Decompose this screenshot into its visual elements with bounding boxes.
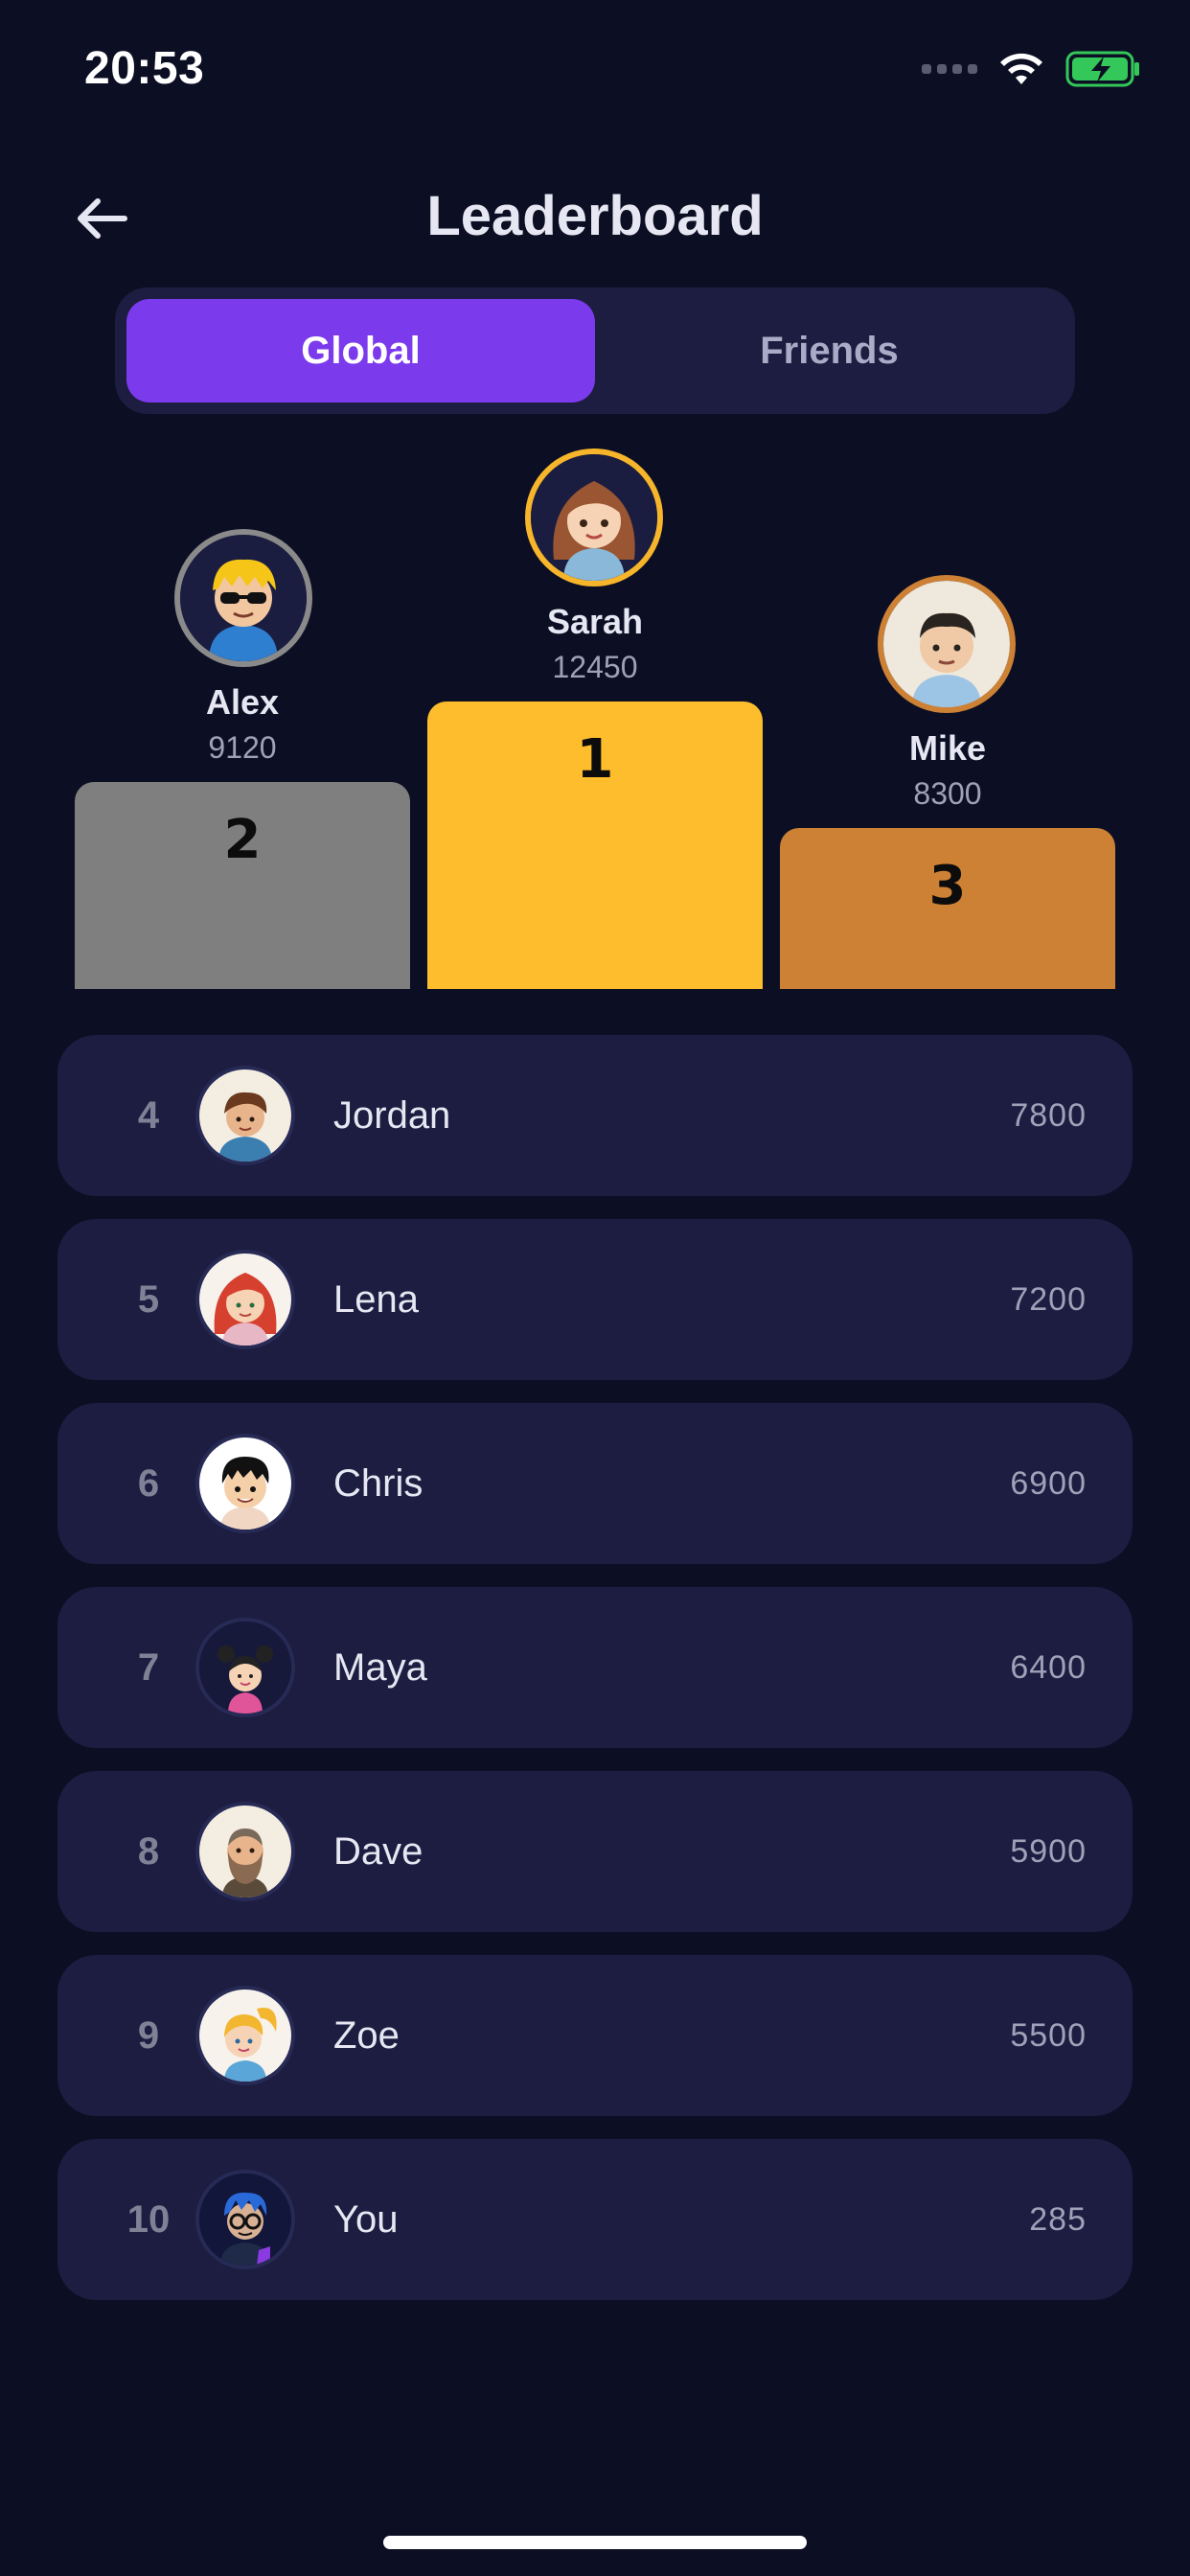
podium-score-second: 9120 [208,730,277,765]
podium-name-first: Sarah [546,602,644,641]
avatar-chris-icon [199,1438,291,1530]
list-item[interactable]: 5 Lena 7200 [57,1219,1133,1380]
podium-rank-third: 3 [928,855,967,917]
avatar-sarah-icon [531,454,657,581]
podium-block-third: 3 [780,828,1115,989]
player-score: 6400 [1010,1648,1087,1686]
list-item[interactable]: 6 Chris 6900 [57,1403,1133,1564]
podium-rank-second: 2 [223,809,262,871]
avatar-dave-icon [199,1806,291,1898]
player-name: Zoe [333,2013,400,2057]
podium-score-first: 12450 [552,650,638,684]
player-name: Dave [333,1829,423,1873]
player-score: 7200 [1010,1280,1087,1318]
podium-rank-first: 1 [576,728,614,791]
podium-avatar-third[interactable] [878,575,1016,713]
avatar [195,1986,295,2085]
avatar-alex-icon [180,535,307,661]
leaderboard-screen: 20:53 Leaderboard Global Friends Alex 91… [0,0,1190,2576]
list-item[interactable]: 8 Dave 5900 [57,1771,1133,1932]
rank-number: 8 [137,1829,160,1873]
podium-name-third: Mike [908,728,987,768]
list-item[interactable]: 7 Maya 6400 [57,1587,1133,1748]
player-name: Maya [333,1645,427,1689]
podium-avatar-second[interactable] [174,529,312,667]
list-item[interactable]: 9 Zoe 5500 [57,1955,1133,2116]
rank-number: 9 [137,2013,160,2057]
avatar-lena-icon [199,1254,291,1346]
player-score: 285 [1029,2200,1087,2238]
avatar [195,1802,295,1901]
avatar [195,1066,295,1165]
podium-name-second: Alex [205,682,280,722]
player-score: 6900 [1010,1464,1087,1502]
avatar-you-icon [199,2174,291,2266]
rank-number: 7 [137,1645,160,1689]
player-name: You [333,2197,399,2241]
podium-block-first: 1 [427,702,763,989]
rank-number: 4 [137,1093,160,1137]
player-name: Lena [333,1277,419,1321]
home-indicator[interactable] [383,2536,807,2549]
podium: Alex 9120 2 Sarah 12450 1 Mike 8300 3 [0,0,1190,997]
avatar [195,1250,295,1349]
rank-number: 10 [126,2197,171,2241]
rank-number: 5 [137,1277,160,1321]
avatar-maya-icon [199,1622,291,1714]
avatar [195,1434,295,1533]
podium-block-second: 2 [75,782,410,989]
player-score: 5500 [1010,2016,1087,2054]
player-score: 5900 [1010,1832,1087,1870]
avatar [195,2170,295,2269]
podium-avatar-first[interactable] [525,448,663,586]
avatar [195,1618,295,1717]
list-item[interactable]: 4 Jordan 7800 [57,1035,1133,1196]
avatar-jordan-icon [199,1070,291,1162]
player-name: Chris [333,1461,423,1505]
podium-score-third: 8300 [913,776,982,811]
list-item-current-user[interactable]: 10 You 285 [57,2139,1133,2300]
rank-number: 6 [137,1461,160,1505]
player-score: 7800 [1010,1096,1087,1134]
avatar-mike-icon [883,581,1010,707]
avatar-zoe-icon [199,1990,291,2082]
player-name: Jordan [333,1093,451,1137]
